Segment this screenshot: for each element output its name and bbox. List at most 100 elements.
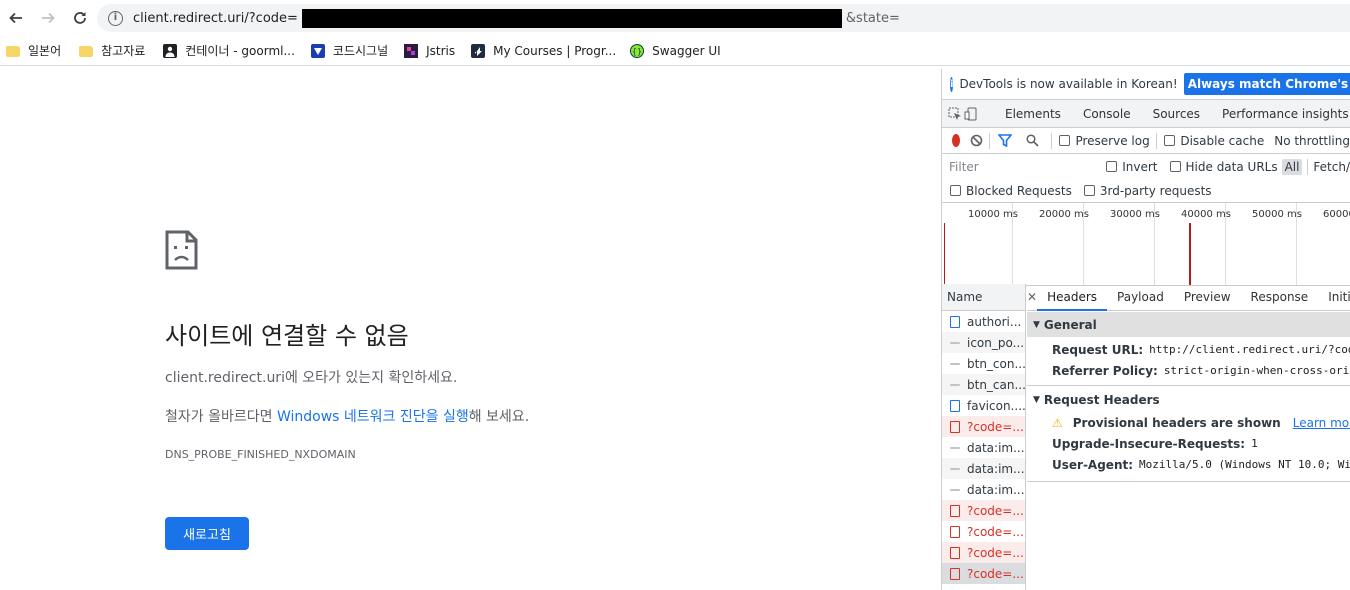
warning-text: Provisional headers are shown [1072,415,1281,430]
detail-tabs: ✕ Headers Payload Preview Response Initi… [1027,284,1350,311]
redacted-code [301,8,842,28]
header-key: User-Agent: [1052,457,1134,472]
request-row[interactable]: btn_can... [942,374,1025,395]
bookmark-folder-references[interactable]: 참고자료 [79,42,145,59]
clear-icon[interactable] [970,134,983,147]
tab-console[interactable]: Console [1072,107,1142,121]
upgrade-insecure-row: Upgrade-Insecure-Requests: 1 [1027,433,1350,454]
checkbox-box [1169,160,1181,172]
checkbox-box [1106,160,1118,172]
request-row[interactable]: btn_con... [942,353,1025,374]
request-name: ?code=... [967,566,1024,581]
hint-text: 철자가 올바르다면 [165,409,277,425]
request-name: data:im... [967,461,1025,476]
referrer-policy-row: Referrer Policy: strict-origin-when-cros… [1027,360,1350,381]
checkbox-box [950,184,961,196]
request-row[interactable]: data:im... [942,479,1025,500]
bookmark-programmers[interactable]: My Courses | Progr... [471,43,617,58]
forward-icon[interactable] [32,2,64,34]
hide-data-urls-checkbox[interactable]: Hide data URLs [1169,159,1278,174]
request-row[interactable]: ?code=... [942,542,1025,563]
request-row[interactable]: data:im... [942,458,1025,479]
bookmark-label: Jstris [426,43,456,58]
name-column-header[interactable]: Name [942,284,1025,311]
info-icon[interactable]: i [108,10,123,26]
filter-fetch-button[interactable]: Fetch/ [1313,160,1350,174]
request-row[interactable]: ?code=... [942,563,1025,584]
tab-response[interactable]: Response [1241,284,1319,311]
blocked-requests-checkbox[interactable]: Blocked Requests [950,184,1072,198]
filter-input[interactable]: Filter [946,157,1094,177]
request-row[interactable]: ?code=... [942,521,1025,542]
request-row[interactable]: favicon.... [942,395,1025,416]
request-name: ?code=... [967,503,1024,518]
divider [1027,385,1350,386]
timeline-label: 40000 ms [1181,209,1231,220]
image-file-icon [950,362,960,365]
tab-elements[interactable]: Elements [994,107,1072,121]
tab-performance-insights[interactable]: Performance insights [1211,107,1350,121]
network-timeline[interactable]: 10000 ms 20000 ms 30000 ms 40000 ms 5000… [942,203,1350,286]
codesignal-icon [310,43,325,58]
inspect-element-icon[interactable] [948,105,962,123]
request-row[interactable]: data:im... [942,437,1025,458]
filter-all-button[interactable]: All [1281,158,1303,175]
tab-headers[interactable]: Headers [1037,284,1108,311]
bookmark-goorm[interactable]: 컨테이너 - goorml... [163,42,295,59]
request-row[interactable]: icon_po... [942,332,1025,353]
preserve-log-checkbox[interactable]: Preserve log [1059,133,1150,148]
request-row[interactable]: ?code=... [942,416,1025,437]
checkbox-label: Hide data URLs [1185,159,1278,174]
request-name: authori... [967,314,1022,329]
goorm-icon [163,43,178,58]
bookmark-codesignal[interactable]: 코드시그널 [310,42,389,59]
checkbox-box [1164,134,1176,146]
record-icon[interactable] [952,134,961,147]
devtools-panel: i DevTools is now available in Korean! A… [941,69,1350,590]
filter-icon[interactable] [997,134,1012,147]
back-icon[interactable] [0,2,32,34]
invert-checkbox[interactable]: Invert [1106,160,1158,174]
bookmark-swagger[interactable]: {} Swagger UI [630,43,721,58]
network-diagnostics-link[interactable]: Windows 네트워크 진단을 실행 [277,409,469,425]
request-name: icon_po... [967,335,1025,350]
bookmark-label: 컨테이너 - goorml... [185,44,295,58]
timeline-request-bar [1189,223,1191,285]
address-bar[interactable]: i client.redirect.uri/?code= &state= [97,4,1350,32]
request-name: ?code=... [967,419,1024,434]
checkbox-label: Preserve log [1075,133,1150,148]
tab-initiator[interactable]: Initiato [1318,284,1350,311]
tab-preview[interactable]: Preview [1174,284,1241,311]
third-party-checkbox[interactable]: 3rd-party requests [1083,183,1212,198]
info-icon: i [950,76,954,92]
close-icon[interactable]: ✕ [1027,290,1037,304]
request-row[interactable]: authori... [942,311,1025,332]
match-language-button[interactable]: Always match Chrome's language [1183,73,1350,95]
bookmark-jstris[interactable]: Jstris [404,43,456,58]
svg-text:{}: {} [632,47,642,56]
request-name: btn_con... [967,356,1025,371]
bookmark-label: My Courses | Progr... [493,43,617,58]
general-section-header[interactable]: ▼ General [1027,312,1350,337]
search-icon[interactable] [1026,134,1039,147]
bookmark-folder-japanese[interactable]: 일본어 [6,42,61,59]
tab-sources[interactable]: Sources [1142,107,1211,121]
disable-cache-checkbox[interactable]: Disable cache [1164,134,1264,148]
timeline-label: 60000 [1323,209,1350,220]
reload-button[interactable]: 새로고침 [165,517,249,550]
reload-icon[interactable] [64,2,96,34]
request-row[interactable]: ?code=... [942,500,1025,521]
document-file-icon [950,315,960,328]
tab-payload[interactable]: Payload [1107,284,1174,311]
learn-more-link[interactable]: Learn more [1293,416,1350,430]
request-headers-section-header[interactable]: ▼ Request Headers [1027,387,1350,412]
throttling-select[interactable]: No throttling [1274,134,1350,148]
timeline-request-bar [944,223,945,285]
device-toolbar-icon[interactable] [964,105,978,123]
image-file-icon [950,341,960,344]
jstris-icon [404,43,419,58]
bookmark-label: 코드시그널 [332,44,389,58]
checkbox-label: 3rd-party requests [1099,183,1212,198]
programmers-icon [471,43,486,58]
image-file-icon [950,383,960,386]
